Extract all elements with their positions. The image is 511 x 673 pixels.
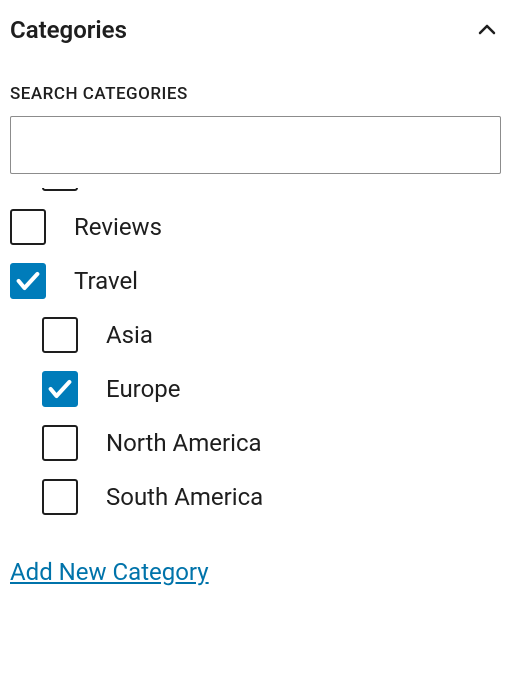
category-label: Asia <box>106 321 153 349</box>
add-new-category-link[interactable]: Add New Category <box>10 558 209 586</box>
category-checkbox[interactable] <box>42 425 78 461</box>
category-checkbox[interactable] <box>42 371 78 407</box>
search-input[interactable] <box>10 116 501 174</box>
category-item: North America <box>10 416 501 470</box>
category-label: North America <box>106 429 262 457</box>
chevron-up-icon[interactable] <box>473 16 501 44</box>
panel-title: Categories <box>10 16 127 44</box>
category-checkbox[interactable] <box>42 188 78 191</box>
category-item: Snacks <box>10 188 501 200</box>
category-label: Reviews <box>74 213 162 241</box>
category-checkbox[interactable] <box>42 479 78 515</box>
category-item: Reviews <box>10 200 501 254</box>
category-list: Snacks Reviews Travel Asia Europe North Ameri… <box>10 188 501 524</box>
category-item: Europe <box>10 362 501 416</box>
category-item: Asia <box>10 308 501 362</box>
category-checkbox[interactable] <box>42 317 78 353</box>
panel-header[interactable]: Categories <box>10 16 501 44</box>
category-label: Europe <box>106 375 180 403</box>
category-checkbox[interactable] <box>10 263 46 299</box>
category-label: Travel <box>74 267 138 295</box>
category-label: South America <box>106 483 263 511</box>
category-checkbox[interactable] <box>10 209 46 245</box>
category-item: Travel <box>10 254 501 308</box>
category-item: South America <box>10 470 501 524</box>
search-categories-label: SEARCH CATEGORIES <box>10 84 501 104</box>
